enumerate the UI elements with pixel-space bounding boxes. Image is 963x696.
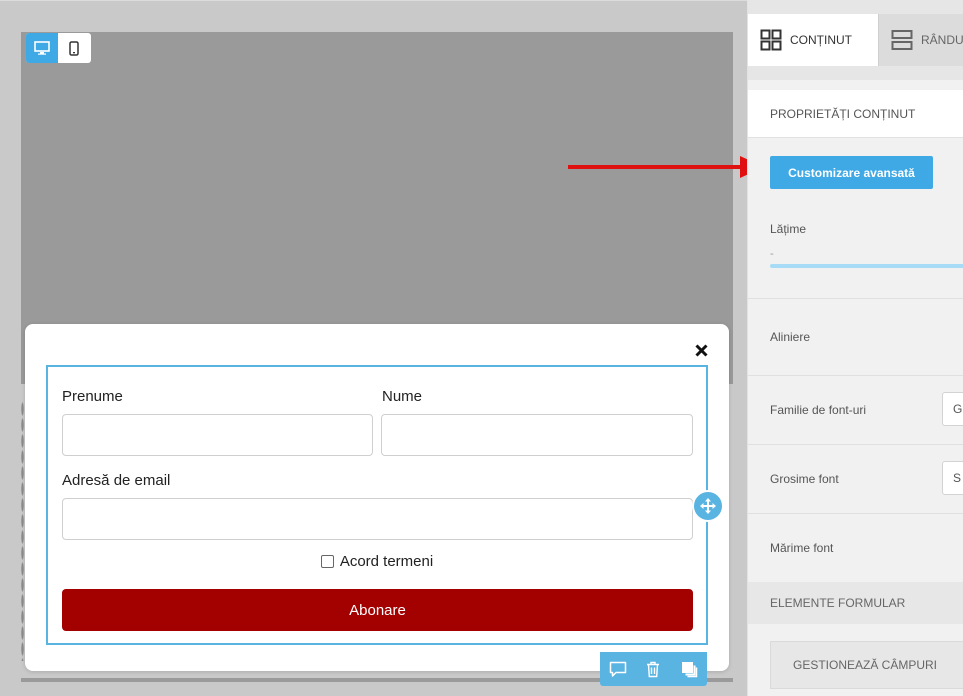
font-family-section: Familie de font-uri G [748,376,963,445]
advanced-customize-button[interactable]: Customizare avansată [770,156,933,189]
subscribe-form[interactable]: Prenume Nume Adresă de email Acord terme… [46,365,708,645]
font-weight-select[interactable]: S [942,461,963,495]
first-name-input[interactable] [62,414,373,456]
close-icon [694,343,708,357]
editor-canvas: Prenume Nume Adresă de email Acord terme… [0,0,747,696]
align-label: Aliniere [770,330,811,344]
width-label: Lățime [770,222,807,236]
annotation-arrow-icon [568,156,764,178]
mobile-view-button[interactable] [58,33,90,63]
duplicate-button[interactable] [674,654,704,684]
content-properties-tab[interactable]: PROPRIETĂȚI CONȚINUT [748,90,963,138]
tab-content-label: CONȚINUT [790,33,852,47]
element-toolbar [600,652,707,686]
email-label: Adresă de email [62,472,171,489]
move-icon [700,498,716,514]
trash-icon [647,661,660,677]
dotted-guide [21,401,24,661]
font-weight-label: Grosime font [770,472,839,486]
first-name-label: Prenume [62,388,123,405]
comment-button[interactable] [603,654,633,684]
popup-close-button[interactable] [693,342,709,358]
tab-rows[interactable]: RÂNDURI [878,14,963,66]
font-weight-section: Grosime font S [748,445,963,514]
duplicate-icon [681,661,697,677]
tab-rows-label: RÂNDURI [921,33,963,47]
terms-row: Acord termeni [48,553,706,570]
font-family-select[interactable]: G [942,392,963,426]
properties-panel: CONȚINUT RÂNDURI PROPRIETĂȚI CONȚINUT Cu… [747,0,963,696]
panel-tabbar: CONȚINUT RÂNDURI [748,0,963,80]
manage-fields-button[interactable]: GESTIONEAZĂ CÂMPURI [770,641,963,689]
email-input[interactable] [62,498,693,540]
last-name-input[interactable] [381,414,693,456]
delete-button[interactable] [638,654,668,684]
width-slider[interactable] [770,264,963,268]
popup-form: Prenume Nume Adresă de email Acord terme… [25,324,729,671]
align-section: Aliniere [748,299,963,376]
terms-checkbox[interactable] [320,555,334,568]
mobile-icon [69,40,79,56]
terms-label: Acord termeni [339,553,434,570]
width-section: Lățime [748,205,963,299]
font-family-label: Familie de font-uri [770,403,867,417]
font-size-label: Mărime font [770,541,834,555]
last-name-label: Nume [382,388,423,405]
desktop-icon [34,41,50,55]
form-elements-header: ELEMENTE FORMULAR [748,582,963,624]
tab-content[interactable]: CONȚINUT [748,14,878,66]
editor-screen: Prenume Nume Adresă de email Acord terme… [0,0,963,696]
desktop-view-button[interactable] [26,33,58,63]
subscribe-button[interactable]: Abonare [62,589,693,631]
device-toggle [26,33,91,63]
rows-icon [891,30,913,50]
grid-icon [760,29,782,51]
comment-icon [609,661,627,677]
move-handle[interactable] [692,490,724,522]
width-value: - [770,248,774,260]
font-size-section: Mărime font [748,514,963,582]
